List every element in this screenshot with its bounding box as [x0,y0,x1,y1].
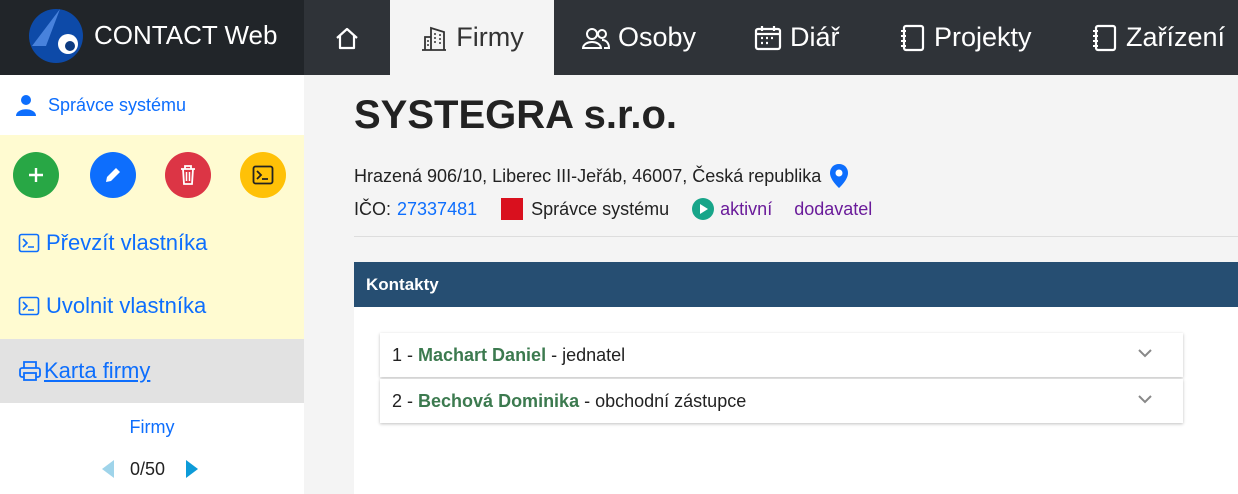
company-address: Hrazená 906/10, Liberec III-Jeřáb, 46007… [354,165,822,186]
company-type: dodavatel [794,198,873,219]
pager-position: 0/50 [130,459,166,479]
chevron-down-icon[interactable] [1137,393,1153,405]
contact-logo-icon [29,9,83,63]
delete-button[interactable] [165,152,211,198]
nav-osoby[interactable]: Osoby [582,0,696,75]
contact-name: Bechová Dominika [418,390,580,411]
terminal-icon [18,233,40,253]
trash-icon [181,165,195,185]
building-icon [422,26,447,51]
people-icon [582,27,610,49]
contact-role: - obchodní zástupce [584,390,747,411]
link-label: Převzít vlastníka [46,230,208,255]
nav-label: Diář [790,22,840,52]
nav-label: Zařízení [1126,22,1226,52]
nav-diar[interactable]: Diář [754,0,840,75]
contacts-panel: 1 - Machart Daniel - jednatel 2 - Bechov… [354,307,1238,494]
company-card-link[interactable]: Karta firmy [0,339,304,403]
nav-firmy[interactable]: Firmy [390,0,554,75]
prev-arrow-icon[interactable] [102,460,114,478]
company-name: SYSTEGRA s.r.o. [354,93,678,137]
contact-name: Machart Daniel [418,344,547,365]
status-label: aktivní [720,198,773,219]
contact-item[interactable]: 1 - Machart Daniel - jednatel [380,333,1183,377]
calendar-icon [754,25,782,50]
pager-label[interactable]: Firmy [0,417,304,438]
chevron-down-icon[interactable] [1137,347,1153,359]
main-content: SYSTEGRA s.r.o. Hrazená 906/10, Liberec … [304,75,1238,494]
owner-color-swatch [501,198,524,220]
map-pin-icon[interactable] [829,163,849,189]
contact-role: - jednatel [551,344,626,365]
nav-label: Projekty [934,22,1032,52]
app-title: CONTACT Web [94,20,278,50]
nav-home[interactable] [304,0,390,75]
company-address-row: Hrazená 906/10, Liberec III-Jeřáb, 46007… [354,163,849,189]
sidebar: Správce systému Převzít vlastníka Uvolni… [0,75,304,494]
owner-name: Správce systému [531,198,670,219]
contact-index: 1 - [392,344,414,365]
link-label: Uvolnit vlastníka [46,293,207,318]
nav-zarizeni[interactable]: Zařízení [1092,0,1225,75]
ico-label: IČO: [354,198,392,219]
contact-index: 2 - [392,390,414,411]
record-pager: Firmy 0/50 [0,403,304,494]
add-button[interactable] [13,152,59,198]
brand[interactable]: CONTACT Web [0,0,304,75]
plus-icon [29,168,43,182]
user-name: Správce systému [48,94,187,115]
notebook-icon [1093,24,1117,51]
terminal-button[interactable] [240,152,286,198]
home-icon [336,27,358,49]
next-arrow-icon[interactable] [186,460,198,478]
company-meta-row: IČO: 27337481 Správce systému aktivní do… [354,197,872,221]
release-ownership-link[interactable]: Uvolnit vlastníka [18,293,206,319]
pencil-icon [106,168,120,182]
nav-label: Firmy [456,22,524,52]
nav-projekty[interactable]: Projekty [900,0,1032,75]
contacts-title: Kontakty [366,274,439,294]
take-ownership-link[interactable]: Převzít vlastníka [18,230,207,256]
contact-item[interactable]: 2 - Bechová Dominika - obchodní zástupce [380,379,1183,423]
edit-button[interactable] [90,152,136,198]
current-user[interactable]: Správce systému [0,75,304,135]
ico-value[interactable]: 27337481 [397,199,477,220]
contacts-header: Kontakty [354,262,1238,307]
printer-icon [19,361,41,381]
card-label: Karta firmy [44,358,151,383]
play-circle-icon [692,198,715,220]
nav-label: Osoby [618,22,697,52]
divider [354,236,1238,237]
terminal-icon [18,296,40,316]
user-icon [16,95,36,116]
top-navbar: CONTACT Web Firmy Osoby Diář Projekty Za… [0,0,1238,75]
terminal-icon [252,165,274,185]
notebook-icon [901,24,925,51]
